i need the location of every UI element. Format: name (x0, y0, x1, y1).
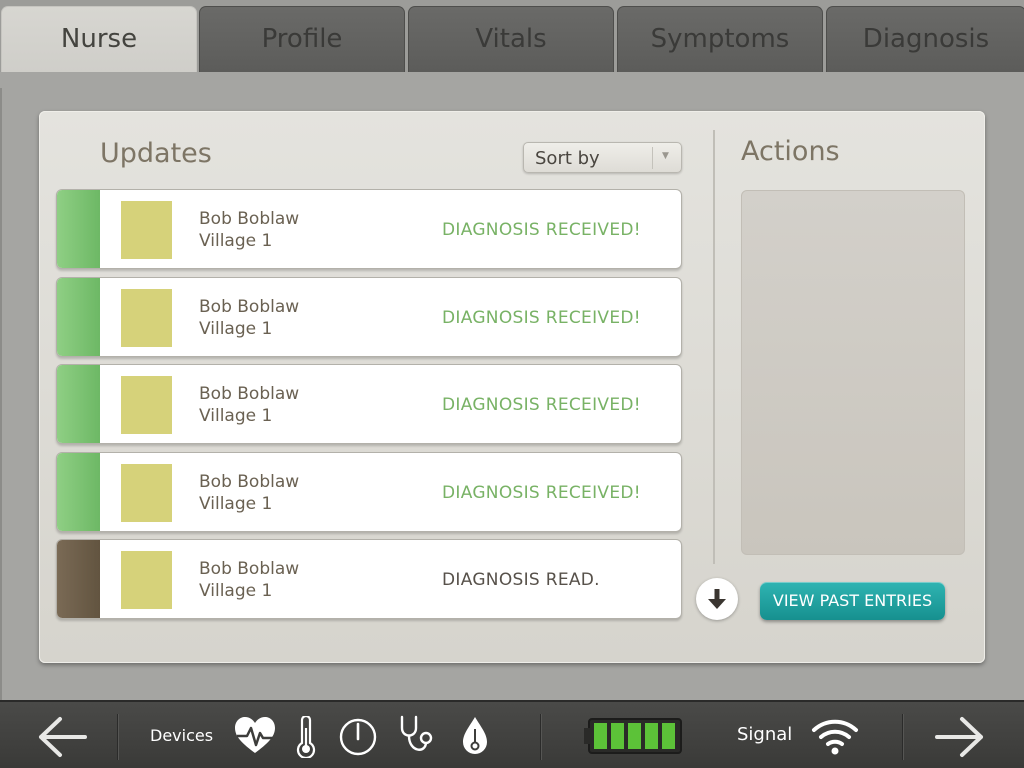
patient-name: Bob Boblaw (199, 384, 300, 404)
update-status: DIAGNOSIS RECEIVED! (442, 308, 641, 328)
sort-dropdown[interactable]: Sort by ▼ (523, 142, 682, 173)
patient-photo (121, 201, 172, 259)
tab-profile[interactable]: Profile (199, 6, 405, 72)
patient-photo (121, 551, 172, 609)
back-arrow-icon[interactable] (36, 715, 88, 759)
stethoscope-icon[interactable] (396, 714, 436, 758)
update-card[interactable]: Bob Boblaw Village 1 DIAGNOSIS RECEIVED! (56, 452, 682, 532)
tab-vitals[interactable]: Vitals (408, 6, 614, 72)
bar-separator (540, 714, 542, 760)
status-stripe (57, 278, 100, 356)
update-card[interactable]: Bob Boblaw Village 1 DIAGNOSIS RECEIVED! (56, 189, 682, 269)
update-status: DIAGNOSIS READ. (442, 570, 600, 590)
patient-location: Village 1 (199, 231, 273, 251)
left-edge-divider (0, 88, 2, 700)
bottom-bar: Devices Signal (0, 700, 1024, 768)
patient-photo (121, 464, 172, 522)
actions-title: Actions (741, 136, 840, 167)
status-stripe (57, 190, 100, 268)
status-stripe (57, 365, 100, 443)
scroll-down-button[interactable] (696, 578, 738, 620)
patient-photo (121, 289, 172, 347)
drop-icon[interactable] (460, 715, 490, 757)
view-past-entries-button[interactable]: VIEW PAST ENTRIES (760, 582, 945, 620)
patient-location: Village 1 (199, 319, 273, 339)
forward-arrow-icon[interactable] (934, 715, 986, 759)
patient-name: Bob Boblaw (199, 559, 300, 579)
update-card[interactable]: Bob Boblaw Village 1 DIAGNOSIS RECEIVED! (56, 277, 682, 357)
update-status: DIAGNOSIS RECEIVED! (442, 483, 641, 503)
patient-name: Bob Boblaw (199, 472, 300, 492)
status-stripe (57, 540, 100, 618)
tab-bar: Nurse Profile Vitals Symptoms Diagnosis (0, 0, 1024, 73)
tab-nurse[interactable]: Nurse (1, 6, 197, 73)
chevron-down-icon: ▼ (662, 151, 669, 161)
bar-separator (902, 714, 904, 760)
arrow-down-icon (708, 589, 726, 609)
heart-rate-icon[interactable] (233, 716, 277, 756)
wifi-icon (812, 719, 858, 755)
signal-label: Signal (737, 724, 793, 745)
sort-separator (652, 147, 653, 169)
tab-symptoms[interactable]: Symptoms (617, 6, 823, 72)
sort-label: Sort by (535, 148, 600, 169)
actions-list (741, 190, 965, 555)
update-card[interactable]: Bob Boblaw Village 1 DIAGNOSIS RECEIVED! (56, 364, 682, 444)
devices-label: Devices (150, 726, 214, 745)
patient-name: Bob Boblaw (199, 297, 300, 317)
update-status: DIAGNOSIS RECEIVED! (442, 220, 641, 240)
update-status: DIAGNOSIS RECEIVED! (442, 395, 641, 415)
patient-location: Village 1 (199, 406, 273, 426)
patient-photo (121, 376, 172, 434)
status-stripe (57, 453, 100, 531)
updates-title: Updates (100, 138, 212, 169)
panel-divider (713, 130, 715, 564)
tab-diagnosis[interactable]: Diagnosis (826, 6, 1024, 72)
gauge-icon[interactable] (338, 717, 378, 757)
patient-name: Bob Boblaw (199, 209, 300, 229)
patient-location: Village 1 (199, 494, 273, 514)
battery-icon (584, 718, 682, 754)
bar-separator (117, 714, 119, 760)
update-card[interactable]: Bob Boblaw Village 1 DIAGNOSIS READ. (56, 539, 682, 619)
thermometer-icon[interactable] (294, 716, 318, 758)
patient-location: Village 1 (199, 581, 273, 601)
